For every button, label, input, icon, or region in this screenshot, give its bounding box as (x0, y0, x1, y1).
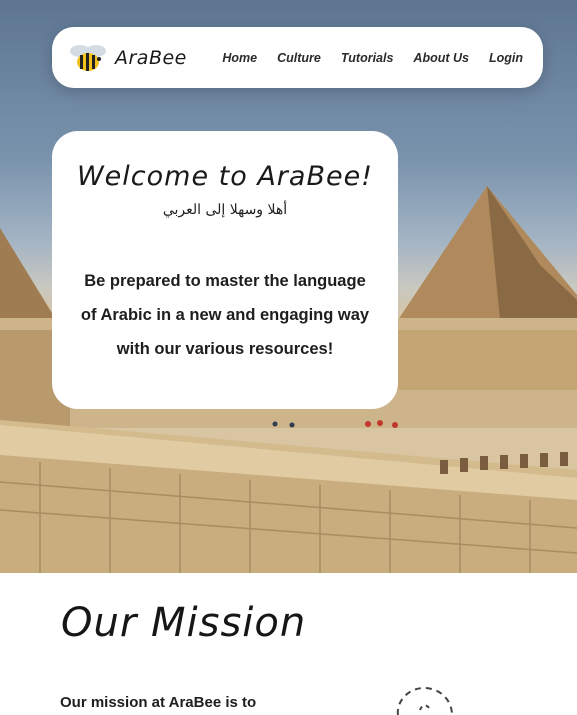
welcome-title: Welcome to AraBee! (76, 161, 374, 192)
brand-logo[interactable]: AraBee (66, 42, 187, 74)
nav-link-tutorials[interactable]: Tutorials (341, 51, 394, 65)
nav-link-login[interactable]: Login (489, 51, 523, 65)
nav-link-culture[interactable]: Culture (277, 51, 321, 65)
top-navbar: AraBee Home Culture Tutorials About Us L… (52, 27, 543, 88)
nav-link-home[interactable]: Home (222, 51, 257, 65)
nav-link-about-us[interactable]: About Us (413, 51, 469, 65)
welcome-card: Welcome to AraBee! أهلا وسهلا إلى العربي… (52, 131, 398, 409)
brand-name: AraBee (115, 46, 187, 69)
welcome-description: Be prepared to master the language of Ar… (80, 272, 370, 358)
mission-heading: Our Mission (61, 600, 307, 646)
nav-links: Home Culture Tutorials About Us Login (222, 51, 523, 65)
bee-icon (70, 44, 106, 71)
dashed-loop-doodle-icon (396, 686, 453, 715)
mission-text: Our mission at AraBee is to (60, 694, 257, 711)
arabic-greeting: أهلا وسهلا إلى العربي (162, 202, 288, 218)
